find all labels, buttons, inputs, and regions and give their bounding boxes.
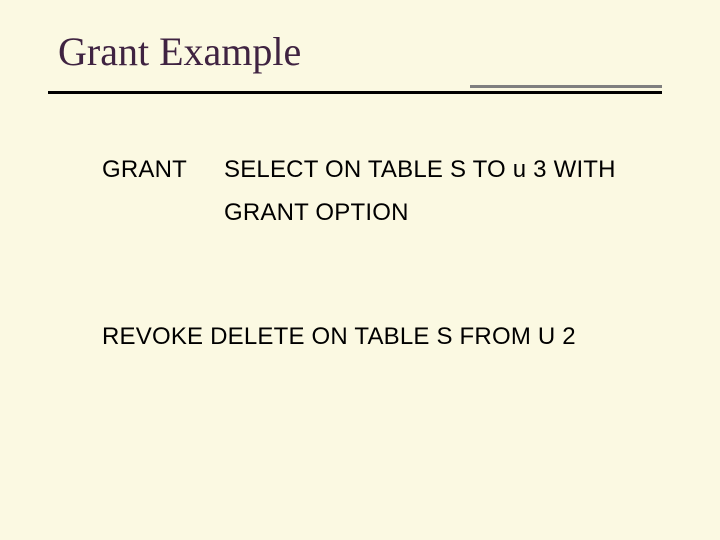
revoke-statement: REVOKE DELETE ON TABLE S FROM U 2: [102, 323, 660, 351]
grant-keyword: GRANT: [102, 151, 224, 231]
slide-content: GRANT SELECT ON TABLE S TO u 3 WITH GRAN…: [58, 151, 670, 351]
spacer: [102, 231, 660, 323]
grant-statement: GRANT SELECT ON TABLE S TO u 3 WITH GRAN…: [102, 151, 660, 231]
divider-accent: [470, 85, 662, 88]
title-divider: [58, 85, 670, 105]
grant-line-2: GRANT OPTION: [224, 194, 660, 231]
grant-line-1: SELECT ON TABLE S TO u 3 WITH: [224, 151, 660, 188]
slide: Grant Example GRANT SELECT ON TABLE S TO…: [0, 0, 720, 540]
slide-title: Grant Example: [58, 28, 670, 75]
grant-body: SELECT ON TABLE S TO u 3 WITH GRANT OPTI…: [224, 151, 660, 231]
divider-main: [48, 91, 662, 94]
